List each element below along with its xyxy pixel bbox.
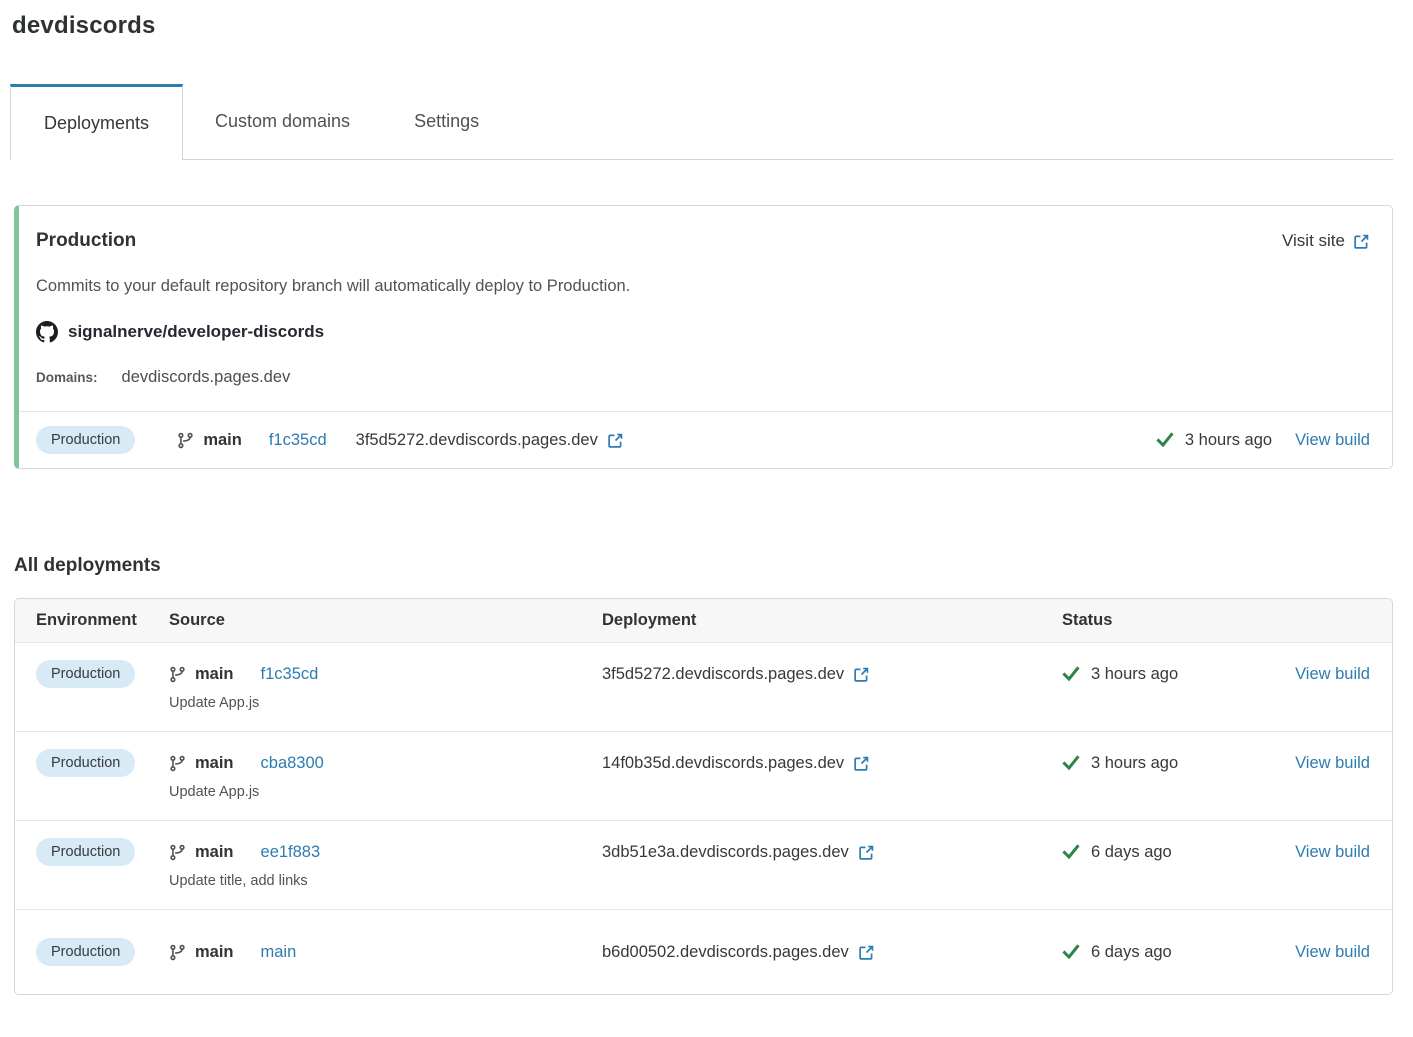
domains-value: devdiscords.pages.dev [122,368,291,387]
production-deployment-row: Production main f1c35cd 3f5d5272.devdisc… [19,411,1392,468]
check-icon [1062,754,1080,772]
view-build-link[interactable]: View build [1295,431,1370,450]
table-row: Production main cba8300 Update App.js 14… [15,732,1392,821]
table-row: Production main f1c35cd Update App.js 3f… [15,643,1392,732]
environment-badge: Production [36,749,135,777]
external-link-icon[interactable] [853,666,870,683]
domains-label: Domains: [36,370,98,385]
deployment-url: 14f0b35d.devdiscords.pages.dev [602,749,844,777]
branch-name: main [195,660,234,688]
tab-settings[interactable]: Settings [382,84,511,159]
git-branch-icon [169,844,186,861]
commit-message: Update App.js [169,693,602,714]
external-link-icon[interactable] [853,755,870,772]
git-branch-icon [169,944,186,961]
external-link-icon[interactable] [858,944,875,961]
tab-custom-domains[interactable]: Custom domains [183,84,382,159]
environment-badge: Production [36,938,135,966]
column-header-deployment: Deployment [602,611,1062,630]
check-icon [1062,665,1080,683]
production-description: Commits to your default repository branc… [36,277,1370,296]
environment-badge: Production [36,660,135,688]
external-link-icon[interactable] [858,844,875,861]
environment-badge: Production [36,838,135,866]
external-link-icon [1353,233,1370,250]
commit-message: Update App.js [169,782,602,803]
status-time: 3 hours ago [1091,749,1178,777]
view-build-link[interactable]: View build [1295,749,1370,777]
table-header-row: Environment Source Deployment Status [15,599,1392,643]
commit-link[interactable]: f1c35cd [269,431,327,450]
commit-link[interactable]: cba8300 [261,749,324,777]
environment-badge: Production [36,426,135,454]
commit-link[interactable]: f1c35cd [261,660,319,688]
visit-site-label: Visit site [1282,231,1345,251]
column-header-environment: Environment [36,611,169,630]
visit-site-link[interactable]: Visit site [1282,231,1370,251]
production-card-title: Production [36,230,136,252]
git-branch-icon [169,755,186,772]
commit-link[interactable]: ee1f883 [261,838,321,866]
repository-name[interactable]: signalnerve/developer-discords [68,322,324,342]
page-title: devdiscords [12,12,1393,40]
all-deployments-heading: All deployments [14,555,1393,577]
branch-name: main [195,838,234,866]
table-row: Production main ee1f883 Update title, ad… [15,821,1392,910]
git-branch-icon [169,666,186,683]
status-time: 6 days ago [1091,938,1172,966]
external-link-icon[interactable] [607,432,624,449]
tab-deployments[interactable]: Deployments [10,84,183,160]
commit-message: Update title, add links [169,871,602,892]
deployment-url: b6d00502.devdiscords.pages.dev [602,938,849,966]
status-time: 3 hours ago [1185,431,1272,450]
status-time: 6 days ago [1091,838,1172,866]
branch-name: main [195,938,234,966]
deployment-url: 3f5d5272.devdiscords.pages.dev [356,431,598,450]
deployment-url: 3db51e3a.devdiscords.pages.dev [602,838,849,866]
column-header-status: Status [1062,611,1272,630]
branch-name: main [195,749,234,777]
deployments-table: Environment Source Deployment Status Pro… [14,598,1393,995]
table-row: Production main main b6d00502.devdiscord… [15,910,1392,994]
status-time: 3 hours ago [1091,660,1178,688]
production-card: Production Visit site Commits to your de… [14,205,1393,469]
check-icon [1156,431,1174,449]
check-icon [1062,843,1080,861]
view-build-link[interactable]: View build [1295,938,1370,966]
commit-link[interactable]: main [261,938,297,966]
deployment-url: 3f5d5272.devdiscords.pages.dev [602,660,844,688]
git-branch-icon [177,432,194,449]
column-header-source: Source [169,611,602,630]
tab-bar: Deployments Custom domains Settings [12,84,1393,160]
view-build-link[interactable]: View build [1295,660,1370,688]
github-icon [36,321,58,343]
branch-name: main [203,431,242,450]
check-icon [1062,943,1080,961]
deployments-table-body: Production main f1c35cd Update App.js 3f… [15,643,1392,994]
view-build-link[interactable]: View build [1295,838,1370,866]
